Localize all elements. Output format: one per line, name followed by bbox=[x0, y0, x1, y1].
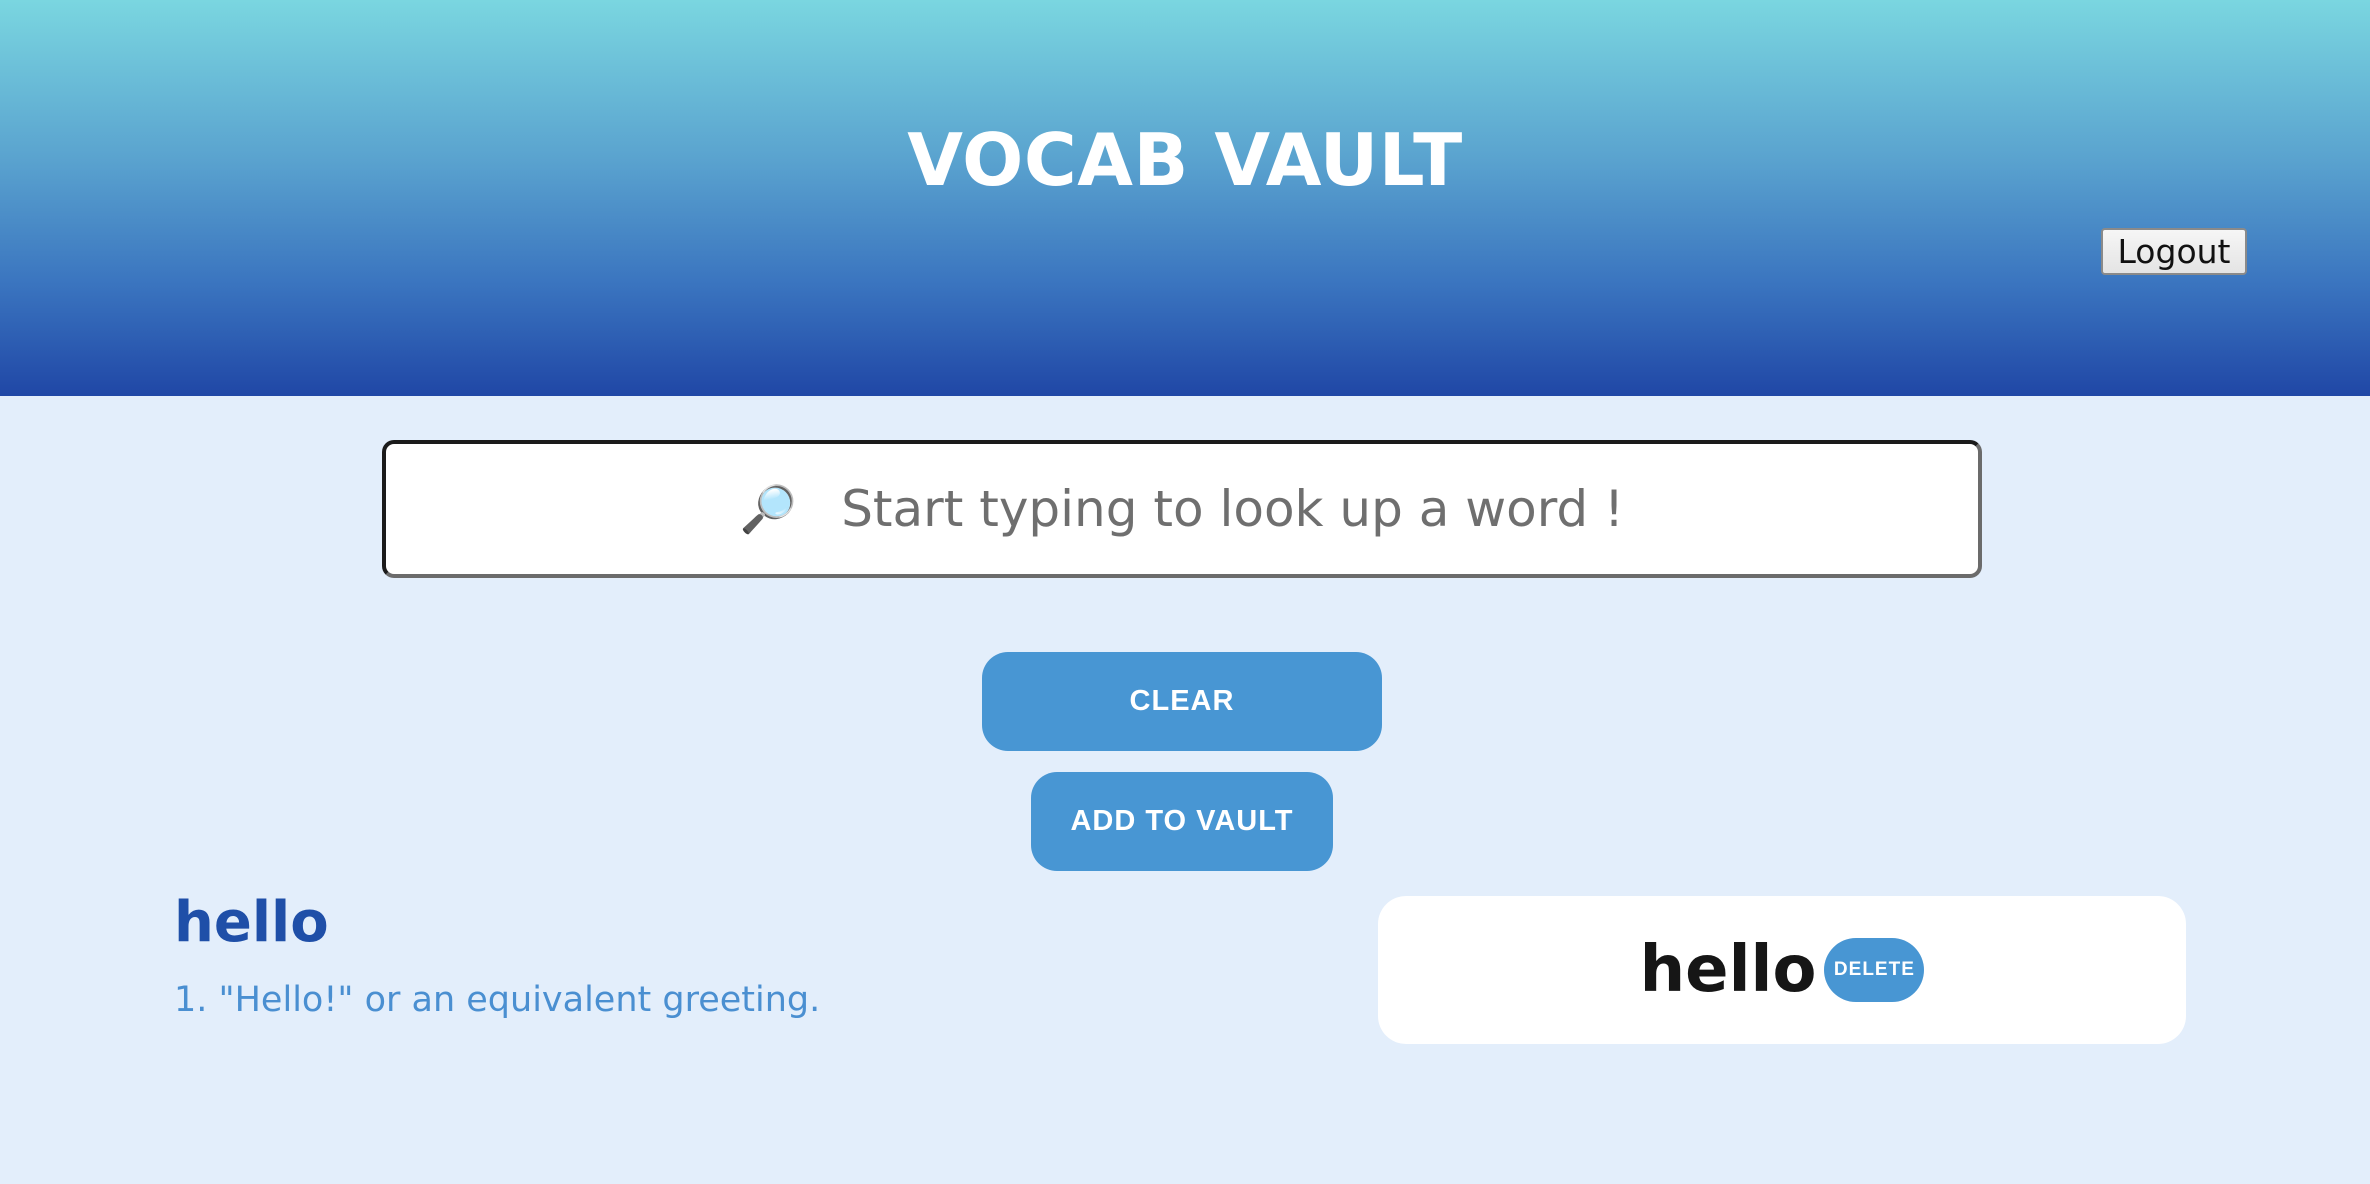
delete-button[interactable]: DELETE bbox=[1824, 938, 1925, 1002]
result-word: hello bbox=[174, 890, 329, 955]
logout-button[interactable]: Logout bbox=[2101, 228, 2247, 275]
app-title: VOCAB VAULT bbox=[907, 118, 1463, 202]
magnifier-icon: 🔎 bbox=[739, 483, 798, 535]
app-header: VOCAB VAULT Logout bbox=[0, 0, 2370, 396]
result-definition: 1. "Hello!" or an equivalent greeting. bbox=[174, 980, 821, 1020]
search-input[interactable]: 🔎 Start typing to look up a word ! bbox=[382, 440, 1982, 578]
search-placeholder: Start typing to look up a word ! bbox=[841, 480, 1625, 538]
vault-item-word: hello bbox=[1639, 933, 1817, 1007]
add-to-vault-button[interactable]: ADD TO VAULT bbox=[1031, 772, 1333, 871]
clear-button[interactable]: CLEAR bbox=[982, 652, 1382, 751]
vault-item-card: hello DELETE bbox=[1378, 896, 2186, 1044]
